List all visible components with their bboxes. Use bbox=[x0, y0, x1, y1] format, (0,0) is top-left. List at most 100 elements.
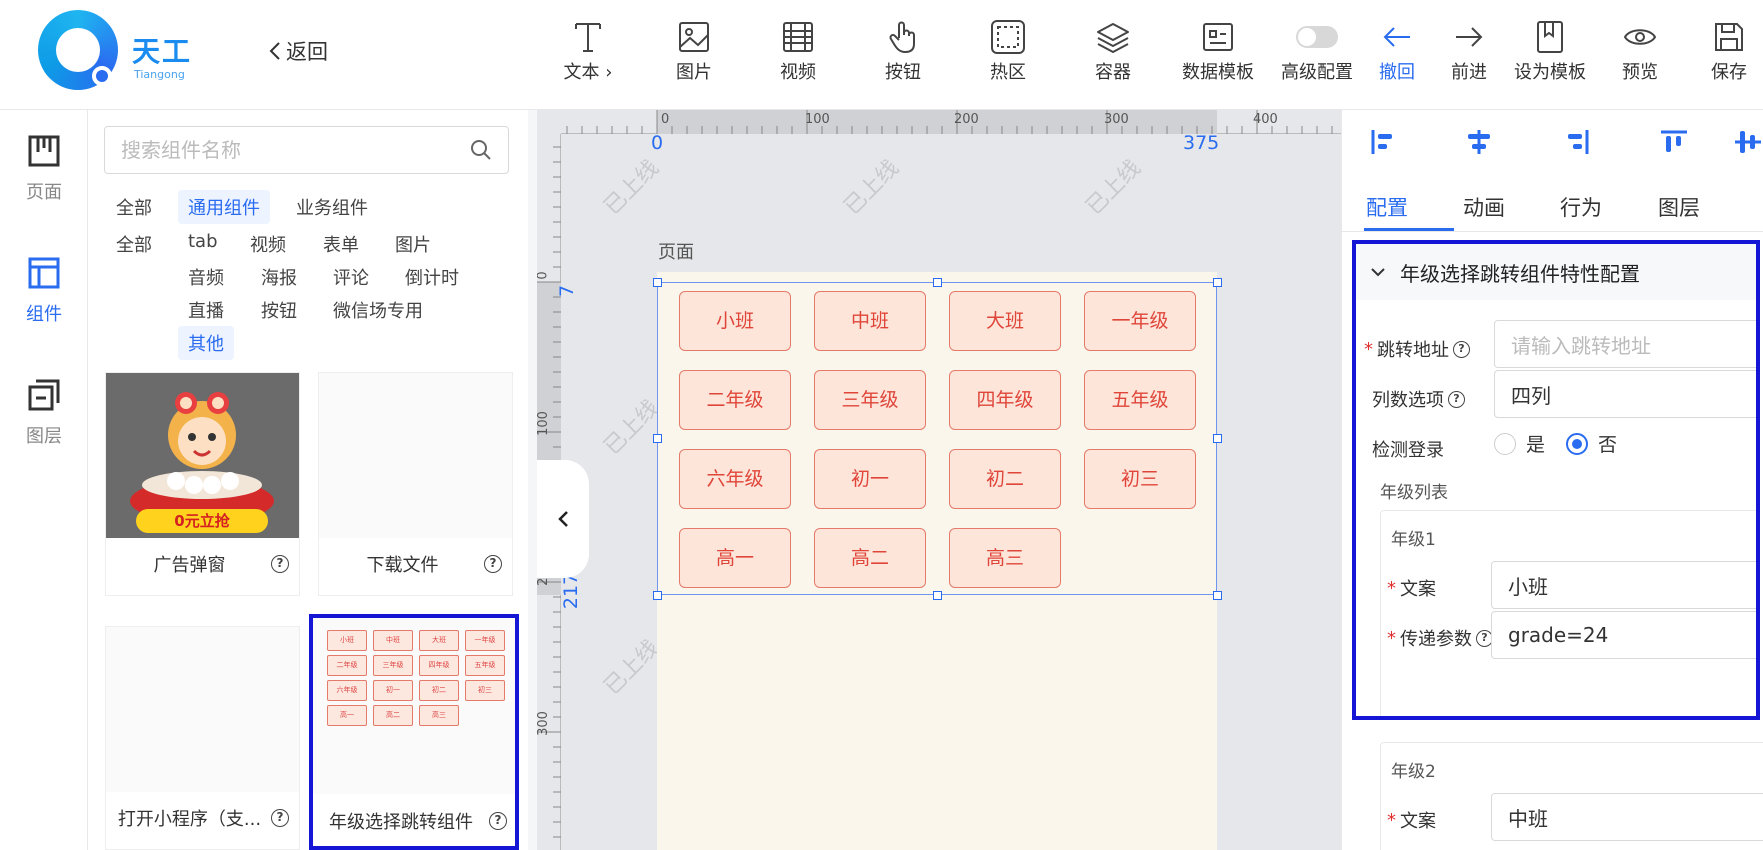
grade-1-param-input[interactable]: grade=24 bbox=[1491, 611, 1756, 659]
grade-option-preview: 高一 bbox=[327, 705, 367, 726]
tool-text-button[interactable]: 文本 › bbox=[543, 16, 633, 96]
ruler-label: 0 bbox=[661, 112, 670, 127]
watermark-text: 已上线 bbox=[599, 155, 664, 220]
ruler-label: 100 bbox=[537, 411, 551, 436]
arrow-right-icon bbox=[1456, 27, 1483, 47]
subcat-button[interactable]: 按钮 bbox=[251, 293, 307, 327]
jump-url-input[interactable]: 请输入跳转地址 bbox=[1494, 320, 1756, 368]
tool-button-label: 按钮 bbox=[885, 62, 921, 83]
align-left-button[interactable] bbox=[1364, 122, 1404, 162]
tool-video-label: 视频 bbox=[780, 62, 816, 83]
subcat-comment[interactable]: 评论 bbox=[323, 260, 379, 294]
login-check-no-radio[interactable]: 否 bbox=[1566, 430, 1617, 457]
tool-button-button[interactable]: 按钮 bbox=[858, 16, 948, 96]
align-top-button[interactable] bbox=[1654, 122, 1694, 162]
jump-url-label: * 跳转地址? bbox=[1364, 336, 1470, 362]
tab-config[interactable]: 配置 bbox=[1366, 192, 1408, 222]
resize-handle[interactable] bbox=[1213, 591, 1222, 600]
align-middle-button[interactable] bbox=[1728, 122, 1763, 162]
grade-option-preview: 三年级 bbox=[373, 655, 413, 676]
category-common[interactable]: 通用组件 bbox=[178, 190, 270, 224]
nav-component[interactable]: 组件 bbox=[0, 256, 88, 326]
tool-redo-button[interactable]: 前进 bbox=[1424, 16, 1514, 96]
chevron-down-icon bbox=[1371, 268, 1385, 277]
tool-save-button[interactable]: 保存 bbox=[1684, 16, 1763, 96]
tool-hotspot-label: 热区 bbox=[990, 62, 1026, 83]
grade-option-preview: 高三 bbox=[419, 705, 459, 726]
component-card-mini-program[interactable]: 打开小程序（支... ? bbox=[105, 626, 300, 850]
tool-hotspot-button[interactable]: 热区 bbox=[963, 16, 1053, 96]
eye-icon bbox=[1623, 29, 1657, 45]
width-start-marker: 0 bbox=[651, 132, 664, 154]
subcat-countdown[interactable]: 倒计时 bbox=[395, 260, 469, 294]
grade-1-text-input[interactable]: 小班 bbox=[1491, 561, 1756, 609]
resize-handle[interactable] bbox=[1213, 434, 1222, 443]
login-check-yes-radio[interactable]: 是 bbox=[1494, 430, 1545, 457]
tool-data-template-button[interactable]: 数据模板 bbox=[1173, 16, 1263, 96]
login-check-label: 检测登录 bbox=[1372, 440, 1444, 461]
grade-1-title: 年级1 bbox=[1391, 530, 1436, 550]
resize-handle[interactable] bbox=[933, 591, 942, 600]
selection-outline bbox=[657, 282, 1217, 595]
tab-behavior[interactable]: 行为 bbox=[1560, 192, 1602, 222]
grade-1-box: 年级1 * 文案 小班 * 传递参数? grade=24 bbox=[1380, 510, 1756, 716]
grade-option-preview: 中班 bbox=[373, 630, 413, 651]
component-card-ad-popup[interactable]: 0元立抢 广告弹窗 ? bbox=[105, 372, 300, 596]
nav-page[interactable]: 页面 bbox=[0, 134, 88, 204]
resize-handle[interactable] bbox=[653, 278, 662, 287]
component-card-download[interactable]: 下载文件 ? bbox=[318, 372, 513, 596]
tool-preview-button[interactable]: 预览 bbox=[1595, 16, 1685, 96]
subcat-wechat[interactable]: 微信场专用 bbox=[323, 293, 433, 327]
video-icon bbox=[783, 22, 813, 52]
tool-set-template-button[interactable]: 设为模板 bbox=[1505, 16, 1595, 96]
search-icon[interactable] bbox=[470, 139, 492, 161]
align-center-icon bbox=[1468, 130, 1490, 154]
subcat-form[interactable]: 表单 bbox=[313, 227, 369, 261]
help-icon[interactable]: ? bbox=[271, 555, 289, 573]
tool-advanced-config-label: 高级配置 bbox=[1281, 62, 1353, 83]
resize-handle[interactable] bbox=[653, 434, 662, 443]
align-right-button[interactable] bbox=[1556, 122, 1596, 162]
ruler-label: 0 bbox=[537, 271, 551, 280]
component-card-grade-select[interactable]: 小班 中班 大班 一年级 二年级 三年级 四年级 五年级 六年级 初一 初二 初三 高一 高二 高三 年级选… bbox=[309, 614, 519, 850]
subcat-all[interactable]: 全部 bbox=[106, 227, 162, 261]
grade-option-preview: 初二 bbox=[419, 680, 459, 701]
subcat-video[interactable]: 视频 bbox=[240, 227, 296, 261]
tab-layer[interactable]: 图层 bbox=[1658, 192, 1700, 222]
collapse-panel-button[interactable] bbox=[537, 460, 589, 578]
category-all[interactable]: 全部 bbox=[106, 190, 162, 224]
watermark-text: 已上线 bbox=[1081, 155, 1146, 220]
page-label: 页面 bbox=[658, 242, 694, 263]
tool-advanced-config-toggle[interactable]: 高级配置 bbox=[1272, 16, 1362, 96]
section-header[interactable]: 年级选择跳转组件特性配置 bbox=[1356, 244, 1756, 300]
tool-video-button[interactable]: 视频 bbox=[753, 16, 843, 96]
help-icon[interactable]: ? bbox=[489, 812, 507, 830]
subcat-live[interactable]: 直播 bbox=[178, 293, 234, 327]
subcat-poster[interactable]: 海报 bbox=[251, 260, 307, 294]
tab-animation[interactable]: 动画 bbox=[1463, 192, 1505, 222]
watermark-text: 已上线 bbox=[599, 635, 664, 700]
nav-layer[interactable]: 图层 bbox=[0, 378, 88, 448]
subcat-audio[interactable]: 音频 bbox=[178, 260, 234, 294]
resize-handle[interactable] bbox=[933, 278, 942, 287]
align-center-button[interactable] bbox=[1459, 122, 1499, 162]
resize-handle[interactable] bbox=[1213, 278, 1222, 287]
help-icon[interactable]: ? bbox=[484, 555, 502, 573]
tool-image-button[interactable]: 图片 bbox=[649, 16, 739, 96]
ruler-label: 300 bbox=[537, 711, 551, 736]
columns-select[interactable]: 四列 bbox=[1494, 370, 1756, 418]
grade-2-text-input[interactable]: 中班 bbox=[1491, 793, 1763, 841]
ruler-label: 100 bbox=[805, 112, 830, 127]
back-button[interactable]: 返回 bbox=[268, 36, 328, 66]
subcat-tab[interactable]: tab bbox=[178, 227, 228, 256]
subcat-other[interactable]: 其他 bbox=[178, 326, 234, 360]
search-input[interactable] bbox=[105, 138, 465, 162]
category-business[interactable]: 业务组件 bbox=[286, 190, 378, 224]
width-end-marker: 375 bbox=[1183, 132, 1220, 154]
download-thumbnail bbox=[319, 373, 512, 538]
resize-handle[interactable] bbox=[653, 591, 662, 600]
subcat-image[interactable]: 图片 bbox=[385, 227, 441, 261]
help-icon[interactable]: ? bbox=[271, 809, 289, 827]
save-icon bbox=[1715, 23, 1743, 51]
tool-container-button[interactable]: 容器 bbox=[1068, 16, 1158, 96]
